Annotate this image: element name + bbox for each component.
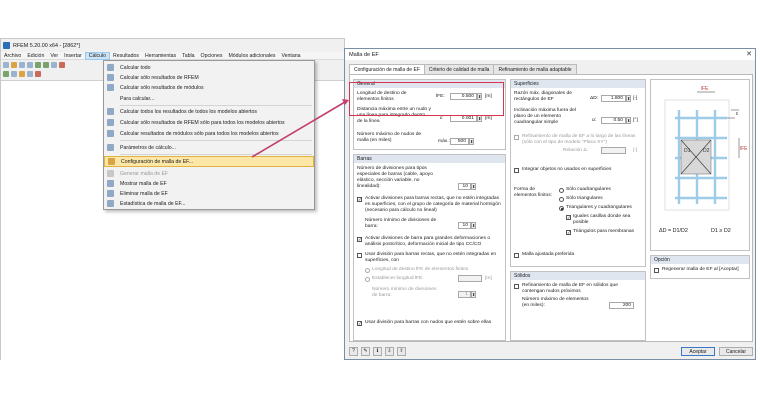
- callout-arrow: [251, 99, 349, 158]
